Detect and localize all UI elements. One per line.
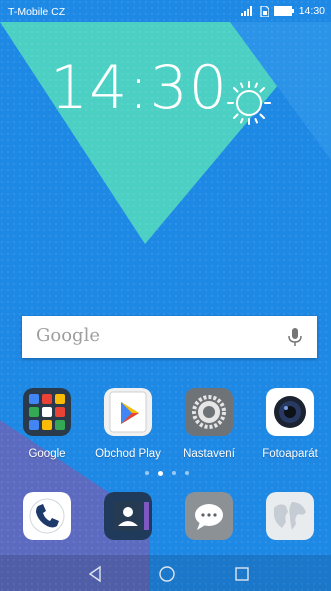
search-placeholder: Google bbox=[36, 325, 100, 346]
home-icon[interactable] bbox=[159, 566, 175, 582]
recents-icon[interactable] bbox=[235, 567, 249, 581]
phone-icon[interactable] bbox=[23, 492, 71, 540]
sun-icon[interactable] bbox=[224, 78, 274, 128]
play-store-icon bbox=[104, 388, 152, 436]
app-google-folder[interactable]: Google bbox=[7, 388, 87, 460]
carrier-label: T-Mobile CZ bbox=[8, 6, 66, 18]
status-time: 14:30 bbox=[298, 5, 325, 17]
page-indicator bbox=[145, 470, 189, 476]
app-camera[interactable]: Fotoaparát bbox=[250, 388, 330, 460]
signal-icon bbox=[240, 6, 252, 16]
clock-widget-time[interactable]: 14:30 bbox=[50, 58, 228, 118]
app-label: Fotoaparát bbox=[262, 448, 318, 460]
page-dot[interactable] bbox=[185, 471, 189, 475]
google-search-bar[interactable]: Google bbox=[22, 316, 317, 358]
page-dot-active[interactable] bbox=[158, 470, 163, 476]
back-icon[interactable] bbox=[88, 565, 101, 583]
settings-gear-icon bbox=[185, 388, 233, 436]
sim-icon bbox=[260, 5, 269, 17]
battery-icon bbox=[273, 6, 294, 16]
status-icons: 14:30 bbox=[240, 5, 325, 17]
page-dot[interactable] bbox=[172, 471, 176, 475]
app-play-store[interactable]: Obchod Play bbox=[88, 388, 168, 460]
status-bar: T-Mobile CZ 14:30 bbox=[0, 0, 331, 24]
camera-icon bbox=[266, 388, 314, 436]
page-dot[interactable] bbox=[145, 471, 149, 475]
google-folder-icon bbox=[23, 388, 71, 436]
app-label: Obchod Play bbox=[95, 448, 161, 460]
navigation-bar bbox=[88, 565, 249, 583]
home-screen: T-Mobile CZ 14:30 14:30 Google Google Ob… bbox=[0, 0, 331, 591]
contacts-icon[interactable] bbox=[104, 492, 152, 540]
app-label: Nastavení bbox=[183, 448, 235, 460]
messages-icon[interactable] bbox=[185, 492, 233, 540]
app-settings[interactable]: Nastavení bbox=[169, 388, 249, 460]
browser-icon[interactable] bbox=[266, 492, 314, 540]
mic-icon[interactable] bbox=[287, 327, 303, 347]
app-label: Google bbox=[28, 448, 66, 460]
